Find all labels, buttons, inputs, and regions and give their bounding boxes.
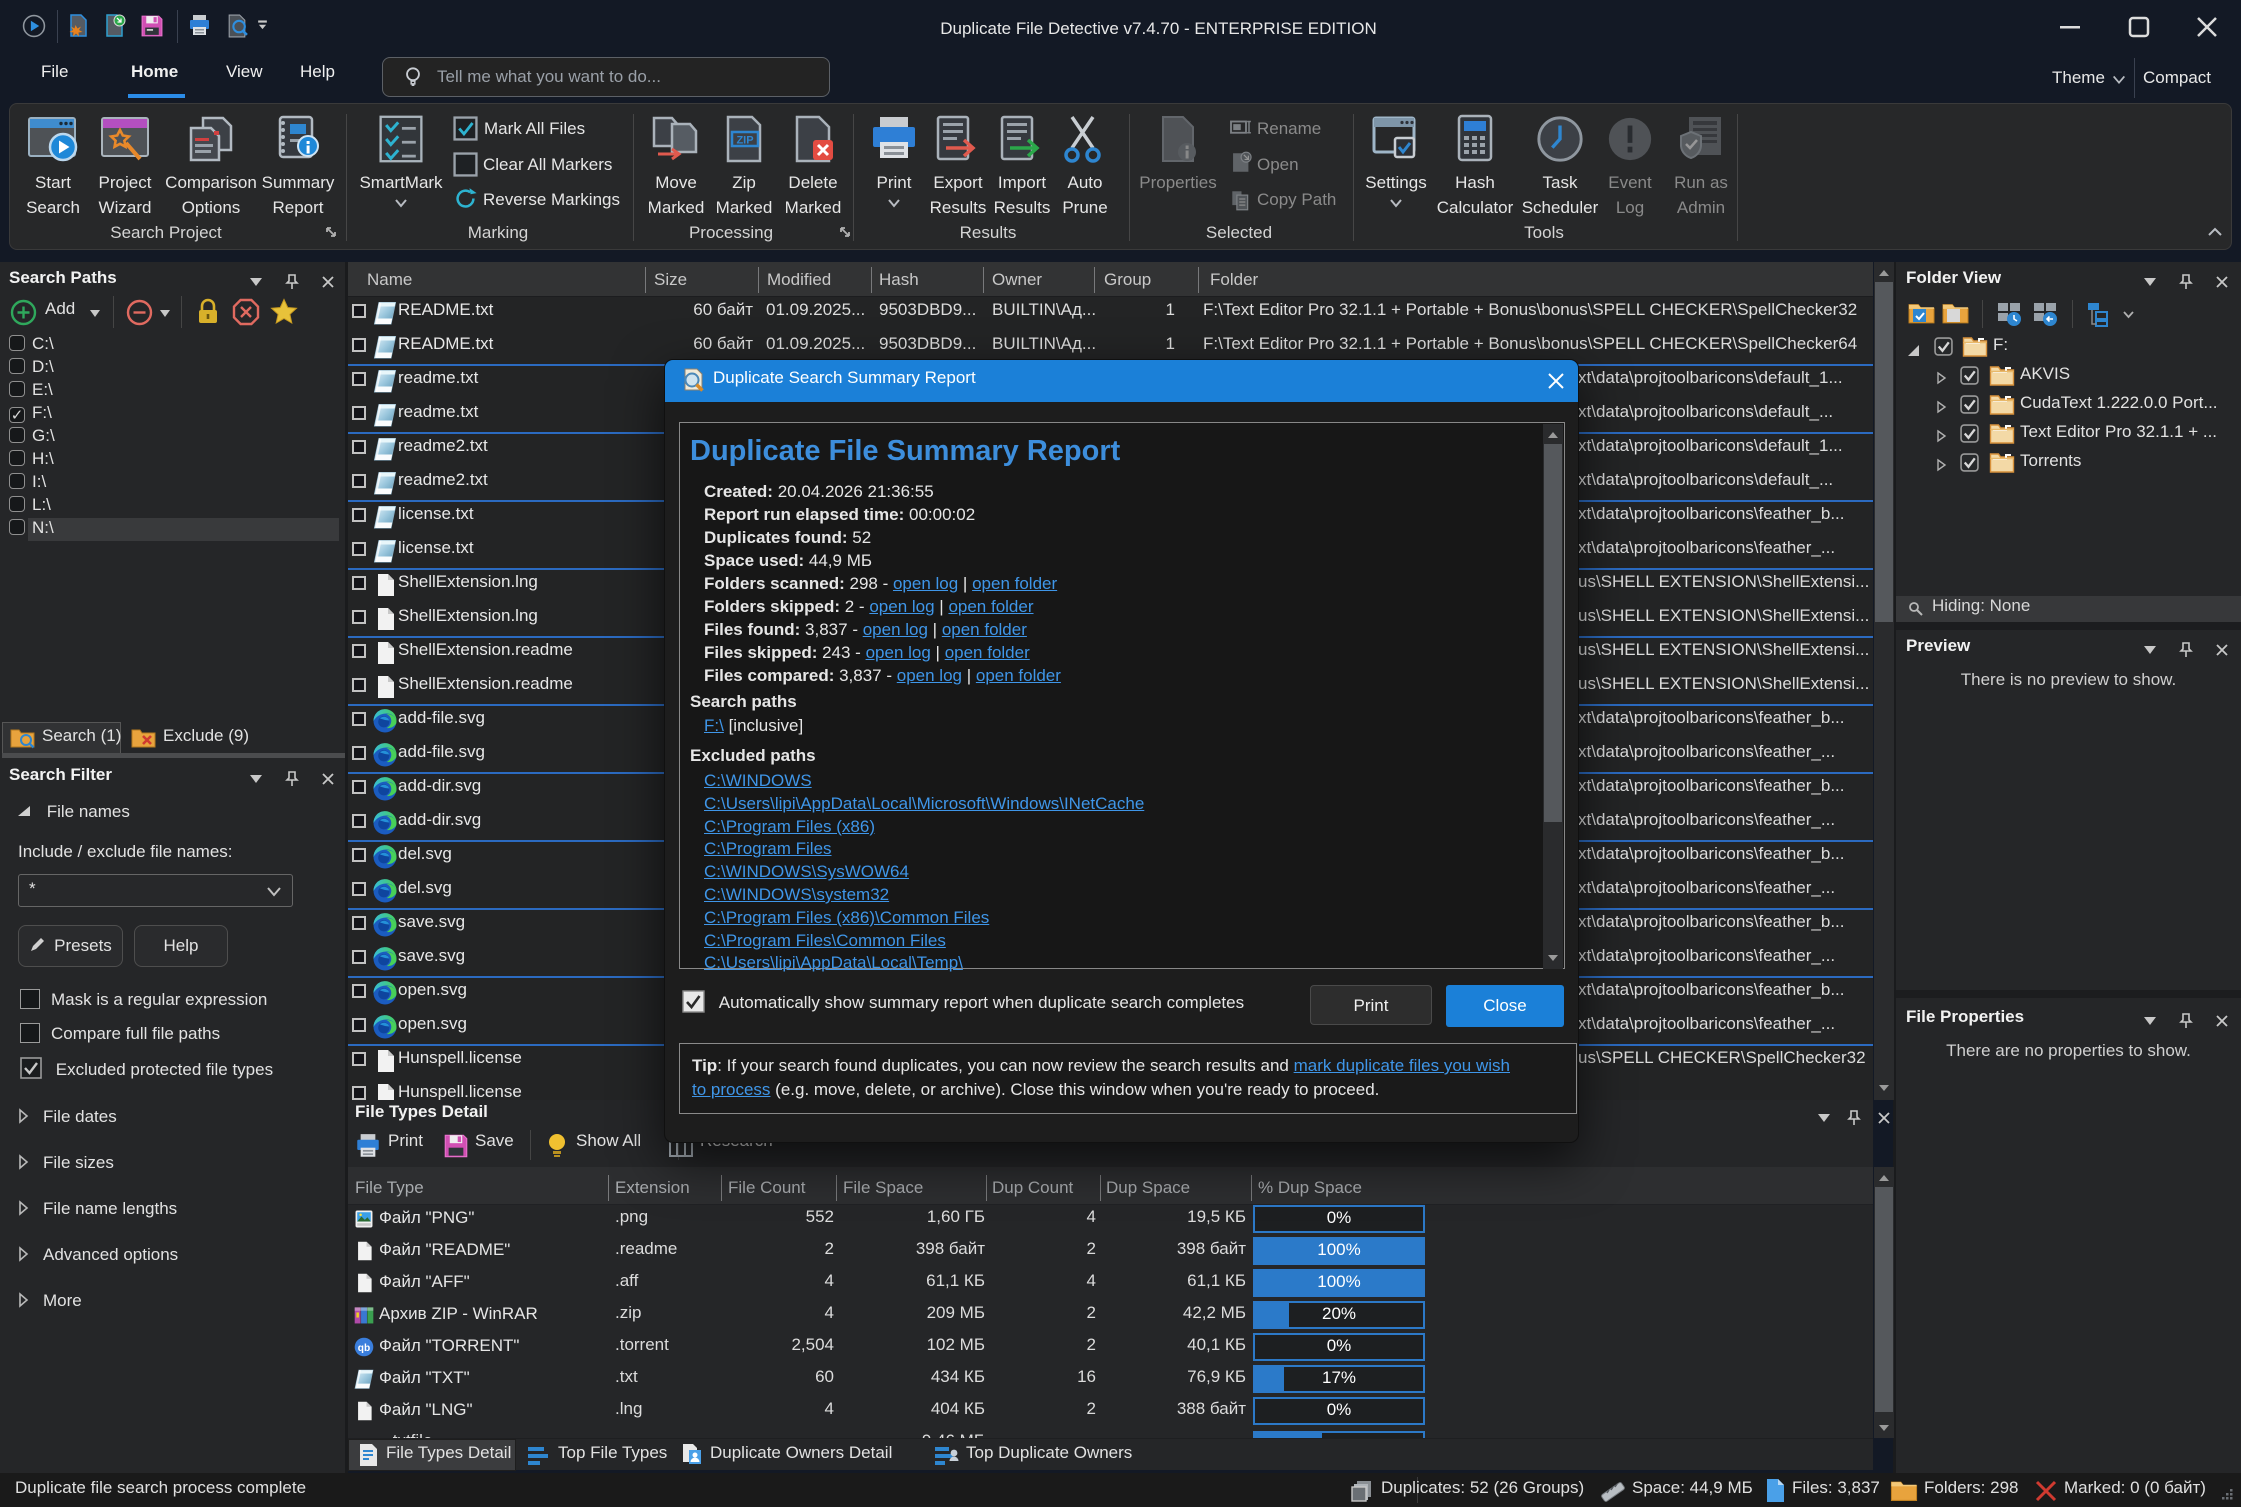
svg-text:ZIP: ZIP xyxy=(736,135,753,147)
